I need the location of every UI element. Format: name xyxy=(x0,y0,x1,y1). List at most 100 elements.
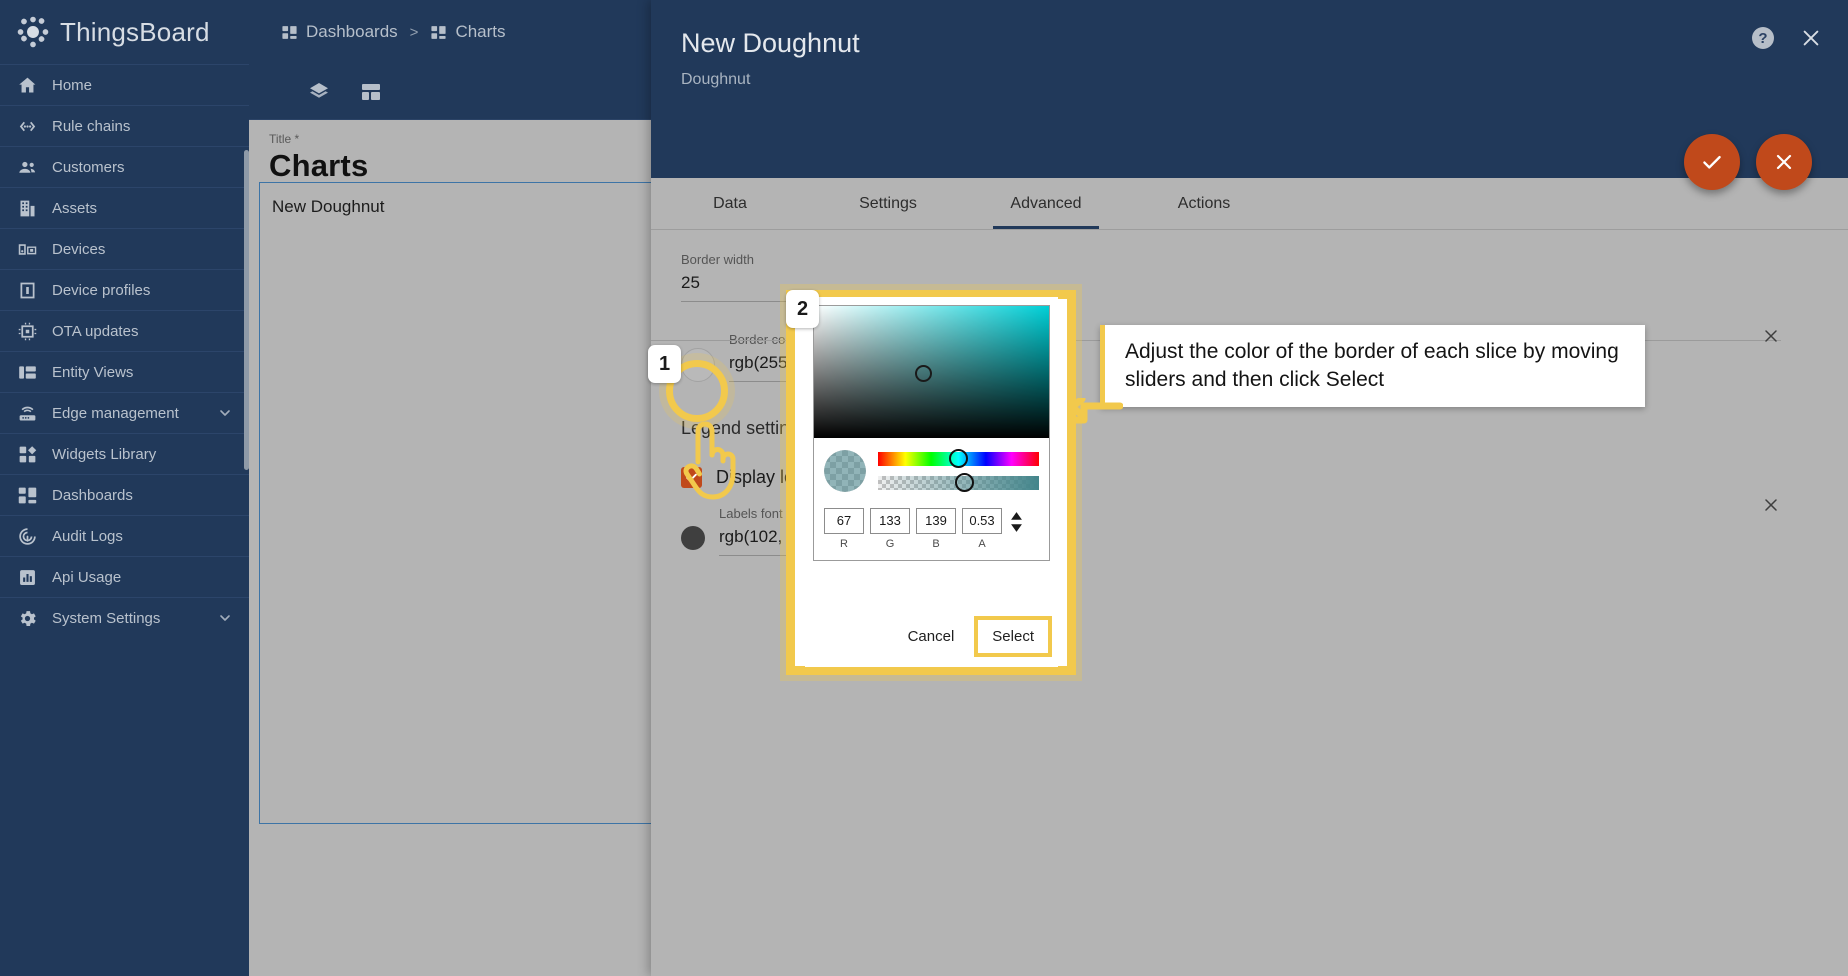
devices-icon xyxy=(16,238,38,260)
spinner-arrows-icon[interactable] xyxy=(1010,512,1023,532)
r-label: R xyxy=(824,538,864,550)
a-input[interactable]: 0.53 xyxy=(962,508,1002,534)
spinner-up-icon xyxy=(1010,512,1023,521)
tab-label: Settings xyxy=(859,195,917,213)
entity-views-icon xyxy=(16,361,38,383)
r-input[interactable]: 67 xyxy=(824,508,864,534)
sidebar-item-edge-management[interactable]: Edge management xyxy=(0,392,249,433)
alpha-slider-handle[interactable] xyxy=(955,473,974,492)
sidebar-scrollbar[interactable] xyxy=(244,150,249,470)
rgba-fields: 67 R 133 G 139 B 0.53 A xyxy=(814,504,1049,560)
sidebar-item-customers[interactable]: Customers xyxy=(0,146,249,187)
sidebar-item-assets[interactable]: Assets xyxy=(0,187,249,228)
dashboard-layout-icon[interactable] xyxy=(359,80,383,104)
sidebar-item-api-usage[interactable]: Api Usage xyxy=(0,556,249,597)
color-sliders xyxy=(814,438,1049,504)
app-logo[interactable]: ThingsBoard xyxy=(0,0,249,64)
assets-icon xyxy=(16,197,38,219)
sidebar-item-widgets-library[interactable]: Widgets Library xyxy=(0,433,249,474)
tab-label: Actions xyxy=(1178,195,1230,213)
sidebar-item-label: Widgets Library xyxy=(52,446,249,463)
customers-icon xyxy=(16,156,38,178)
border-width-label: Border width xyxy=(681,252,1036,267)
home-icon xyxy=(16,74,38,96)
channel-g: 133 G xyxy=(870,508,910,550)
hue-slider-handle[interactable] xyxy=(949,449,968,468)
sidebar-item-system-settings[interactable]: System Settings xyxy=(0,597,249,638)
callout-text: Adjust the color of the border of each s… xyxy=(1125,338,1625,395)
help-icon[interactable]: ? xyxy=(1752,27,1774,49)
tab-data[interactable]: Data xyxy=(651,178,809,229)
tab-settings[interactable]: Settings xyxy=(809,178,967,229)
sidebar-item-label: Audit Logs xyxy=(52,528,249,545)
breadcrumb-item-dashboards[interactable]: Dashboards xyxy=(281,22,398,42)
breadcrumb-item-charts[interactable]: Charts xyxy=(430,22,505,42)
system-settings-icon xyxy=(16,607,38,629)
channel-r: 67 R xyxy=(824,508,864,550)
sidebar-item-home[interactable]: Home xyxy=(0,64,249,105)
tab-actions[interactable]: Actions xyxy=(1125,178,1283,229)
sidebar-item-label: System Settings xyxy=(52,610,203,627)
chevron-down-icon[interactable] xyxy=(217,405,233,421)
close-icon xyxy=(1761,326,1781,346)
hue-slider[interactable] xyxy=(878,452,1039,466)
thingsboard-logo-icon xyxy=(16,15,50,49)
tab-advanced[interactable]: Advanced xyxy=(967,178,1125,229)
sidebar-item-label: Dashboards xyxy=(52,487,249,504)
spinner-down-icon xyxy=(1010,523,1023,532)
instruction-callout: Adjust the color of the border of each s… xyxy=(1100,325,1645,407)
labels-font-color-swatch[interactable] xyxy=(681,526,705,550)
saturation-handle[interactable] xyxy=(915,365,932,382)
g-input[interactable]: 133 xyxy=(870,508,910,534)
audit-logs-icon xyxy=(16,525,38,547)
chevron-down-icon[interactable] xyxy=(217,610,233,626)
color-picker-cancel-button[interactable]: Cancel xyxy=(894,620,969,653)
sidebar-item-label: Assets xyxy=(52,200,249,217)
sidebar-item-label: Rule chains xyxy=(52,118,249,135)
tab-label: Advanced xyxy=(1010,195,1081,213)
sidebar-item-dashboards[interactable]: Dashboards xyxy=(0,474,249,515)
details-subtitle: Doughnut xyxy=(681,71,1848,89)
sidebar-item-rule-chains[interactable]: Rule chains xyxy=(0,105,249,146)
edge-management-icon xyxy=(16,402,38,424)
dashboards-icon xyxy=(16,484,38,506)
sidebar-item-label: Edge management xyxy=(52,405,203,422)
check-icon xyxy=(1699,149,1725,175)
layers-icon[interactable] xyxy=(307,80,331,104)
close-icon[interactable] xyxy=(1800,27,1822,49)
color-picker-actions: Cancel Select xyxy=(805,616,1058,667)
details-header-actions: ? xyxy=(1752,27,1822,49)
api-usage-icon xyxy=(16,566,38,588)
g-label: G xyxy=(870,538,910,550)
cancel-button[interactable] xyxy=(1756,134,1812,190)
sidebar-item-entity-views[interactable]: Entity Views xyxy=(0,351,249,392)
rule-chains-icon xyxy=(16,115,38,137)
alpha-slider[interactable] xyxy=(878,476,1039,490)
sidebar: ThingsBoard Home Rule chains Customers Asse… xyxy=(0,0,249,976)
details-title: New Doughnut xyxy=(681,28,1848,59)
saturation-value-area[interactable] xyxy=(814,306,1049,438)
sidebar-item-audit-logs[interactable]: Audit Logs xyxy=(0,515,249,556)
toolbar-left xyxy=(249,80,383,104)
step-marker-2: 2 xyxy=(786,290,819,328)
remove-row-button[interactable] xyxy=(1761,495,1781,515)
breadcrumb-label: Dashboards xyxy=(306,22,398,42)
breadcrumb-separator: > xyxy=(408,24,421,41)
color-picker-inner: 67 R 133 G 139 B 0.53 A xyxy=(813,305,1050,561)
sidebar-item-device-profiles[interactable]: Device profiles xyxy=(0,269,249,310)
b-input[interactable]: 139 xyxy=(916,508,956,534)
sidebar-item-label: Device profiles xyxy=(52,282,249,299)
color-picker-select-button[interactable]: Select xyxy=(978,620,1048,653)
sidebar-item-ota-updates[interactable]: OTA updates xyxy=(0,310,249,351)
slider-bars xyxy=(878,452,1039,490)
sidebar-item-label: Entity Views xyxy=(52,364,249,381)
sidebar-item-devices[interactable]: Devices xyxy=(0,228,249,269)
close-icon xyxy=(1772,150,1796,174)
select-button-highlight: Select xyxy=(974,616,1052,657)
hand-pointer-icon xyxy=(676,418,740,508)
details-tabs: Data Settings Advanced Actions xyxy=(651,178,1848,230)
apply-button[interactable] xyxy=(1684,134,1740,190)
b-label: B xyxy=(916,538,956,550)
details-header: New Doughnut Doughnut ? xyxy=(651,0,1848,178)
remove-row-button[interactable] xyxy=(1761,326,1781,346)
